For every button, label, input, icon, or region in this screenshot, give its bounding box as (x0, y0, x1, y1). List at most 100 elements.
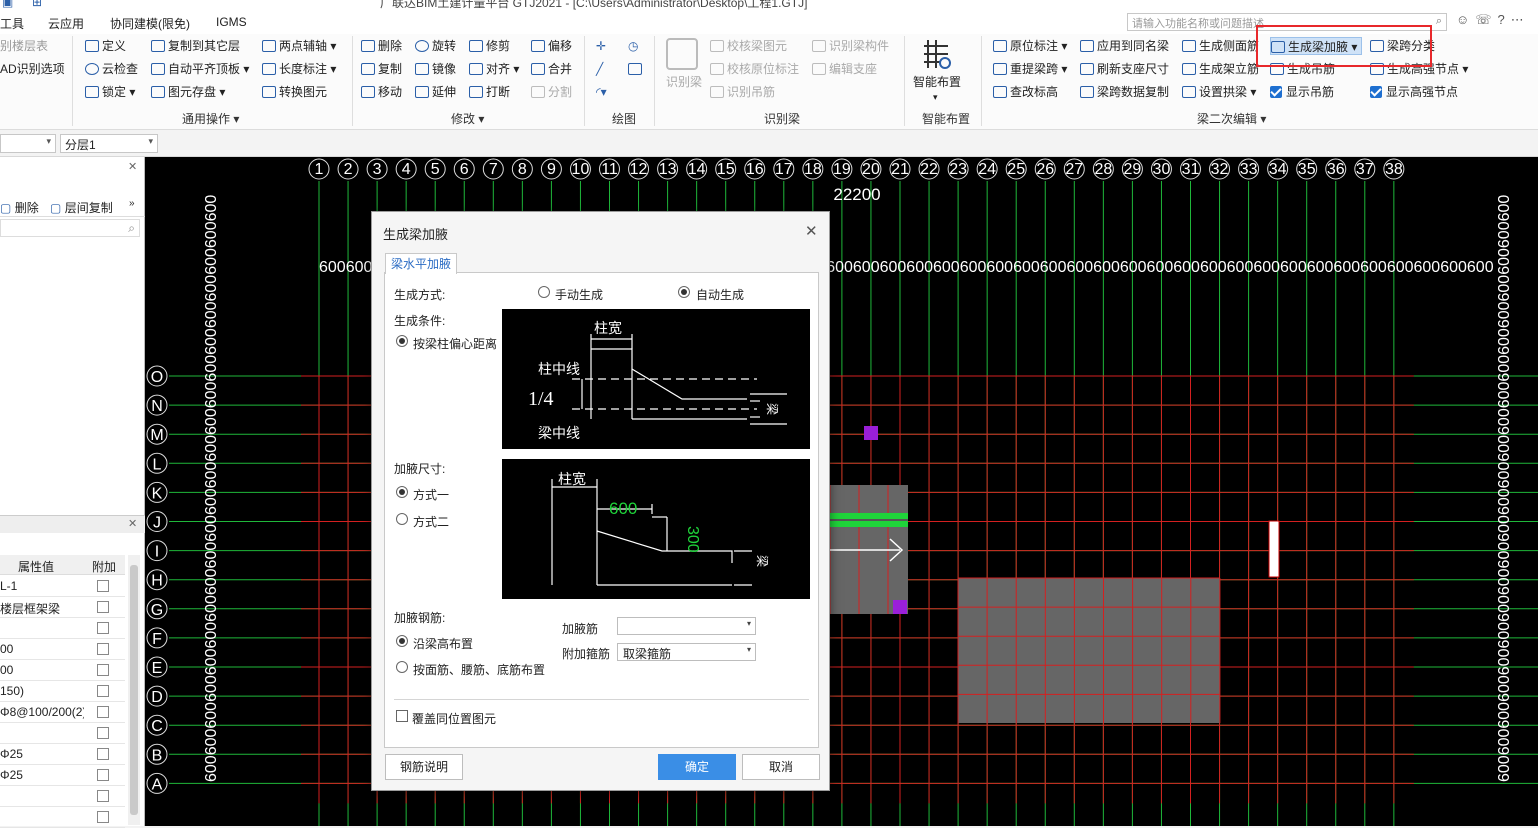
checkbox-override[interactable] (396, 710, 408, 722)
btn-copy[interactable]: 复制 (361, 60, 402, 78)
attach-checkbox[interactable] (97, 664, 109, 676)
drawing-canvas[interactable]: 1 2 3 4 5 6 7 8 9 10 11 12 13 14 15 16 17 18 19 20 21 22 23 24 2… (145, 157, 1538, 826)
layer-combo[interactable]: 分层1 ▾ (60, 134, 158, 153)
btn-cloud-check[interactable]: 云检查 (85, 60, 138, 78)
radio-mode2[interactable] (396, 513, 408, 525)
property-row[interactable]: 150) (0, 681, 125, 702)
chk-show-high-strength[interactable]: 显示高强节点 (1370, 83, 1458, 101)
btn-recognize-beam-member[interactable]: 识别梁构件 (812, 37, 889, 55)
recognize-beam-icon[interactable] (666, 38, 698, 70)
extra-stirrup-select[interactable]: 取梁箍筋 ▾ (617, 643, 756, 661)
smart-layout-dropdown-icon[interactable]: ▾ (933, 88, 938, 106)
close-icon[interactable]: ✕ (128, 517, 137, 530)
btn-rotate[interactable]: 旋转 (415, 37, 456, 55)
draw-rect-icon[interactable] (628, 60, 642, 78)
cad-drawing[interactable]: 1 2 3 4 5 6 7 8 9 10 11 12 13 14 15 16 17 18 19 20 21 22 23 24 2… (145, 157, 1538, 826)
attach-checkbox[interactable] (97, 580, 109, 592)
btn-extend[interactable]: 延伸 (415, 83, 456, 101)
search-icon[interactable]: ⌕ (1436, 15, 1442, 28)
ribbon-floor-table[interactable]: 别楼层表 (0, 37, 48, 55)
btn-offset[interactable]: 偏移 (531, 37, 572, 55)
btn-delete-component[interactable]: ▢ 删除 (0, 199, 39, 216)
radio-mode1[interactable] (396, 486, 408, 498)
help-icon[interactable]: ? (1498, 12, 1511, 27)
attach-checkbox[interactable] (97, 643, 109, 655)
property-row[interactable] (0, 807, 125, 828)
btn-edit-support[interactable]: 编辑支座 (812, 60, 877, 78)
cancel-button[interactable]: 取消 (742, 754, 820, 780)
radio-eccentric[interactable] (396, 335, 408, 347)
menu-collab[interactable]: 协同建模(限免) (110, 15, 190, 32)
ok-button[interactable]: 确定 (658, 754, 736, 780)
btn-copy-span-data[interactable]: 梁跨数据复制 (1080, 83, 1169, 101)
more-icon[interactable]: ⋯ (1511, 12, 1530, 27)
btn-apply-same-beam[interactable]: 应用到同名梁 (1080, 37, 1169, 55)
draw-line-icon[interactable]: ╱ (596, 60, 603, 78)
user-icon[interactable]: ☺ (1456, 12, 1475, 27)
feedback-icon[interactable]: ☏ (1475, 12, 1497, 27)
btn-move[interactable]: 移动 (361, 83, 402, 101)
haunch-rebar-select[interactable]: ▾ (617, 617, 756, 635)
btn-check-elevation[interactable]: 查改标高 (993, 83, 1058, 101)
radio-auto[interactable] (678, 286, 690, 298)
quick-access-icon[interactable]: ⊞ (32, 0, 42, 9)
draw-circle-icon[interactable]: ◷ (628, 37, 638, 55)
attach-checkbox[interactable] (97, 811, 109, 823)
property-row[interactable] (0, 723, 125, 744)
menu-cloud[interactable]: 云应用 (48, 15, 84, 32)
attach-checkbox[interactable] (97, 706, 109, 718)
smart-layout-icon[interactable] (920, 38, 952, 70)
btn-floor-copy[interactable]: ▢ 层间复制 (50, 199, 113, 216)
property-row[interactable]: 00 (0, 660, 125, 681)
property-row[interactable]: 楼层框架梁 (0, 597, 125, 618)
property-row[interactable]: 00 (0, 639, 125, 660)
attach-checkbox[interactable] (97, 685, 109, 697)
scrollbar[interactable] (128, 555, 140, 825)
btn-two-point-axis[interactable]: 两点辅轴 ▾ (262, 37, 336, 55)
attach-checkbox[interactable] (97, 769, 109, 781)
property-row[interactable]: Φ25 (0, 765, 125, 786)
btn-inplace-annotation[interactable]: 原位标注 ▾ (993, 37, 1067, 55)
radio-manual[interactable] (538, 286, 550, 298)
btn-trim[interactable]: 修剪 (469, 37, 510, 55)
ribbon-cad-options[interactable]: AD识别选项 (0, 60, 65, 78)
attach-checkbox[interactable] (97, 622, 109, 634)
property-row[interactable] (0, 786, 125, 807)
close-icon[interactable]: ✕ (805, 222, 818, 240)
btn-erection-rebar[interactable]: 生成架立筋 (1182, 60, 1259, 78)
expand-icon[interactable]: » (129, 198, 135, 209)
draw-arc-icon[interactable]: ◜▾ (596, 83, 607, 101)
property-row[interactable]: Φ8@100/200(2) (0, 702, 125, 723)
btn-save-element[interactable]: 图元存盘 ▾ (151, 83, 225, 101)
chk-show-hanger[interactable]: 显示吊筋 (1270, 83, 1334, 101)
btn-convert-element[interactable]: 转换图元 (262, 83, 327, 101)
btn-auto-align-slab[interactable]: 自动平齐顶板 ▾ (151, 60, 249, 78)
close-icon[interactable]: ✕ (128, 160, 137, 173)
radio-by-rebar[interactable] (396, 661, 408, 673)
btn-lock[interactable]: 锁定 ▾ (85, 83, 135, 101)
attach-checkbox[interactable] (97, 727, 109, 739)
btn-break[interactable]: 打断 (469, 83, 510, 101)
btn-reextract-span[interactable]: 重提梁跨 ▾ (993, 60, 1067, 78)
btn-refresh-support[interactable]: 刷新支座尺寸 (1080, 60, 1169, 78)
btn-merge[interactable]: 合并 (531, 60, 572, 78)
menu-tools[interactable]: 工具 (0, 15, 24, 32)
btn-recognize-beam[interactable]: 识别梁 (666, 73, 702, 91)
radio-along-height[interactable] (396, 635, 408, 647)
menu-igms[interactable]: IGMS (216, 15, 247, 29)
rebar-desc-button[interactable]: 钢筋说明 (385, 754, 463, 780)
attach-checkbox[interactable] (97, 748, 109, 760)
property-row[interactable]: Φ25 (0, 744, 125, 765)
btn-align[interactable]: 对齐 ▾ (469, 60, 519, 78)
btn-check-beam[interactable]: 校核梁图元 (710, 37, 787, 55)
floor-combo[interactable]: ▾ (0, 134, 56, 153)
property-row[interactable] (0, 618, 125, 639)
btn-split[interactable]: 分割 (531, 83, 572, 101)
btn-recognize-hanger[interactable]: 识别吊筋 (710, 83, 775, 101)
property-row[interactable]: L-1 (0, 576, 125, 597)
btn-side-rebar[interactable]: 生成侧面筋 (1182, 37, 1259, 55)
draw-point-icon[interactable]: ✛ (596, 37, 606, 55)
btn-length-dim[interactable]: 长度标注 ▾ (262, 60, 336, 78)
tab-horizontal-haunch[interactable]: 梁水平加腋 (385, 253, 457, 274)
btn-define[interactable]: 定义 (85, 37, 126, 55)
